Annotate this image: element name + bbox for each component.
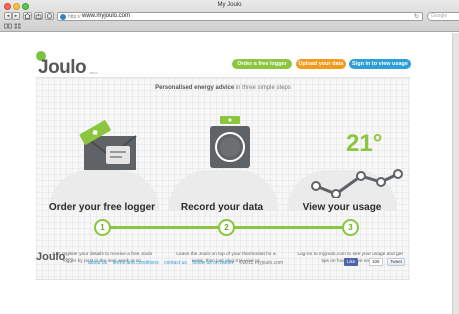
home-button[interactable] bbox=[23, 12, 32, 20]
logo-beta-label: BETA bbox=[90, 71, 98, 75]
home-icon bbox=[24, 12, 31, 19]
top-sites-icon[interactable] bbox=[14, 23, 21, 30]
forward-arrow-icon: ▸ bbox=[14, 13, 18, 19]
circle-arrow-icon bbox=[46, 13, 53, 19]
step-1-title: Order your free logger bbox=[48, 202, 156, 213]
logger-envelope-icon bbox=[79, 120, 137, 170]
back-button[interactable]: ◂ bbox=[4, 12, 12, 20]
step-2-marker: 2 bbox=[218, 219, 235, 236]
forward-button[interactable]: ▸ bbox=[12, 12, 20, 20]
thermostat-icon bbox=[210, 116, 250, 168]
back-arrow-icon: ◂ bbox=[6, 13, 10, 19]
address-bar[interactable]: http:// www.myjoulo.com ↻ bbox=[57, 12, 423, 21]
window-title: My Joulo bbox=[217, 2, 242, 8]
step-3-marker: 3 bbox=[342, 219, 359, 236]
reload-icon[interactable]: ↻ bbox=[414, 13, 419, 20]
scrollbar[interactable] bbox=[452, 33, 459, 314]
reading-list-button[interactable] bbox=[45, 12, 54, 20]
about-us-link[interactable]: about us bbox=[88, 260, 107, 266]
browser-window: My Joulo ◂ ▸ http:// www.myjoulo.com ↻ G… bbox=[0, 0, 459, 314]
title-bar: My Joulo ◂ ▸ http:// www.myjoulo.com ↻ G… bbox=[0, 0, 459, 32]
url-protocol: http:// bbox=[68, 14, 81, 20]
url-text: www.myjoulo.com bbox=[82, 13, 131, 19]
steps-panel: Personalised energy advice in three simp… bbox=[36, 77, 410, 280]
sign-in-button[interactable]: Sign in to view usage bbox=[349, 59, 411, 69]
web-page: Joulo BETA Order a free logger Upload yo… bbox=[0, 33, 459, 314]
search-placeholder: Google bbox=[431, 13, 448, 19]
copyright: ©2012 myjoulo.com bbox=[238, 260, 284, 266]
step-3-title: View your usage bbox=[302, 202, 382, 213]
footer-links: about us terms and conditions contact us… bbox=[88, 260, 287, 266]
contact-us-link[interactable]: contact us bbox=[164, 260, 187, 266]
like-count: 106 bbox=[369, 258, 383, 266]
twitter-link[interactable]: follow us on twitter bbox=[192, 260, 233, 266]
share-icon bbox=[35, 13, 42, 19]
search-input[interactable]: Google bbox=[427, 12, 459, 21]
order-logger-button[interactable]: Order a free logger bbox=[232, 59, 292, 69]
usage-graph-icon bbox=[311, 169, 403, 198]
globe-icon bbox=[60, 14, 66, 20]
logo-wordmark: Joulo bbox=[38, 57, 87, 78]
footer-logo[interactable]: JouloBETA bbox=[36, 251, 73, 263]
step-2-title: Record your data bbox=[180, 202, 264, 213]
bookmarks-icon[interactable] bbox=[4, 23, 12, 30]
tweet-button[interactable]: Tweet bbox=[387, 258, 406, 266]
tagline: Personalised energy advice in three simp… bbox=[155, 85, 291, 91]
share-button[interactable] bbox=[34, 12, 43, 20]
upload-data-button[interactable]: Upload your data bbox=[296, 59, 346, 69]
terms-link[interactable]: terms and conditions bbox=[113, 260, 159, 266]
facebook-like-button[interactable]: Like bbox=[344, 258, 359, 266]
temperature-readout: 21° bbox=[346, 130, 383, 157]
step-1-marker: 1 bbox=[94, 219, 111, 236]
